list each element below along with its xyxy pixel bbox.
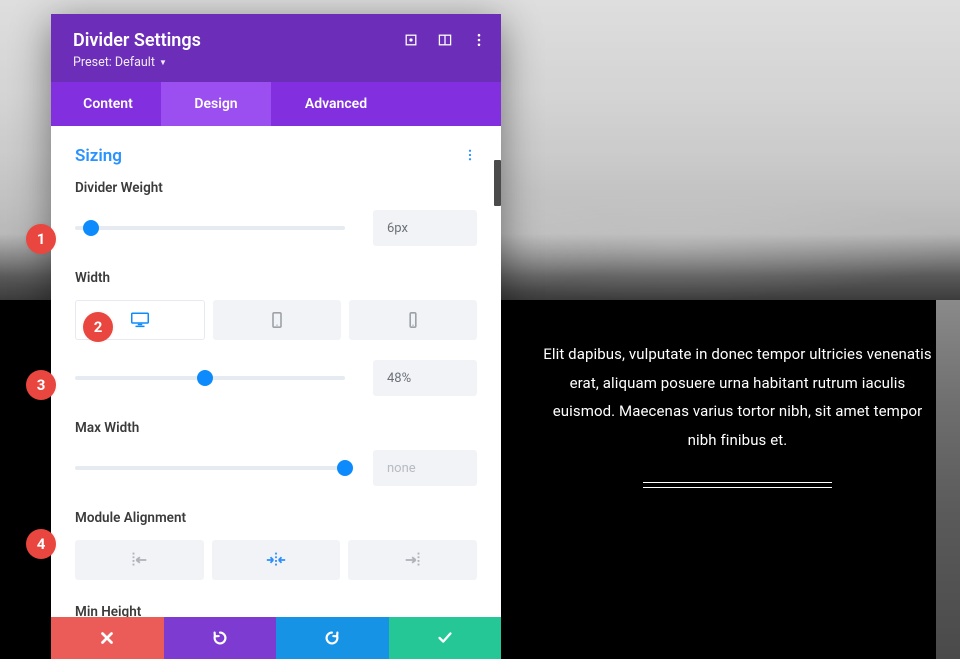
slider-track <box>75 226 345 230</box>
align-right[interactable] <box>348 540 477 580</box>
label-max-width: Max Width <box>75 420 477 436</box>
input-width[interactable]: 48% <box>373 360 477 396</box>
header-actions <box>403 32 487 48</box>
columns-icon[interactable] <box>437 32 453 48</box>
label-divider-weight: Divider Weight <box>75 180 477 196</box>
preview-divider <box>643 482 833 488</box>
slider-width[interactable] <box>75 370 345 386</box>
redo-icon <box>323 629 341 647</box>
cancel-button[interactable] <box>51 617 164 659</box>
input-max-width[interactable]: none <box>373 450 477 486</box>
input-divider-weight[interactable]: 6px <box>373 210 477 246</box>
annotation-badge-4: 4 <box>26 529 56 559</box>
undo-button[interactable] <box>164 617 277 659</box>
save-button[interactable] <box>389 617 502 659</box>
field-width: Width 48% <box>75 270 477 396</box>
modal-tabs: Content Design Advanced <box>51 82 501 126</box>
field-module-alignment: Module Alignment <box>75 510 477 580</box>
align-right-icon <box>402 552 424 568</box>
phone-icon <box>404 312 422 328</box>
preset-dropdown[interactable]: Preset: Default ▼ <box>73 55 479 70</box>
annotation-badge-1: 1 <box>26 224 56 254</box>
align-center-icon <box>265 552 287 568</box>
slider-thumb[interactable] <box>197 370 213 386</box>
section-title-label: Sizing <box>75 146 122 166</box>
desktop-icon <box>131 312 149 328</box>
tab-advanced[interactable]: Advanced <box>271 82 401 126</box>
slider-track <box>75 466 345 470</box>
device-tab-phone[interactable] <box>349 300 477 340</box>
tab-design[interactable]: Design <box>161 82 271 126</box>
label-module-alignment: Module Alignment <box>75 510 477 526</box>
field-min-height: Min Height <box>75 604 477 617</box>
field-max-width: Max Width none <box>75 420 477 486</box>
align-center[interactable] <box>212 540 341 580</box>
check-icon <box>436 629 454 647</box>
modal-footer <box>51 617 501 659</box>
slider-divider-weight[interactable] <box>75 220 345 236</box>
redo-button[interactable] <box>276 617 389 659</box>
undo-icon <box>211 629 229 647</box>
scrollbar-thumb[interactable] <box>494 160 501 206</box>
tab-content[interactable]: Content <box>51 82 161 126</box>
device-tab-tablet[interactable] <box>213 300 341 340</box>
slider-thumb[interactable] <box>83 220 99 236</box>
modal-header: Divider Settings Preset: Default ▼ <box>51 14 501 82</box>
responsive-device-tabs <box>75 300 477 340</box>
tablet-icon <box>268 312 286 328</box>
preview-text: Elit dapibus, vulputate in donec tempor … <box>540 340 935 454</box>
field-divider-weight: Divider Weight 6px <box>75 180 477 246</box>
align-left-icon <box>128 552 150 568</box>
modal-body: Sizing Divider Weight 6px Width <box>51 126 501 617</box>
chevron-down-icon: ▼ <box>159 58 167 67</box>
background-image-right <box>936 300 960 659</box>
section-sizing[interactable]: Sizing <box>75 126 477 180</box>
close-icon <box>98 629 116 647</box>
slider-max-width[interactable] <box>75 460 345 476</box>
preset-label: Preset: Default <box>73 55 155 70</box>
annotation-badge-2: 2 <box>83 312 113 342</box>
alignment-tabs <box>75 540 477 580</box>
section-menu-icon[interactable] <box>463 147 477 166</box>
module-preview: Elit dapibus, vulputate in donec tempor … <box>540 340 935 488</box>
label-min-height: Min Height <box>75 604 477 617</box>
label-width: Width <box>75 270 477 286</box>
kebab-menu-icon[interactable] <box>471 32 487 48</box>
annotation-badge-3: 3 <box>26 370 56 400</box>
slider-thumb[interactable] <box>337 460 353 476</box>
align-left[interactable] <box>75 540 204 580</box>
settings-modal: Divider Settings Preset: Default ▼ Conte… <box>51 14 501 659</box>
expand-icon[interactable] <box>403 32 419 48</box>
